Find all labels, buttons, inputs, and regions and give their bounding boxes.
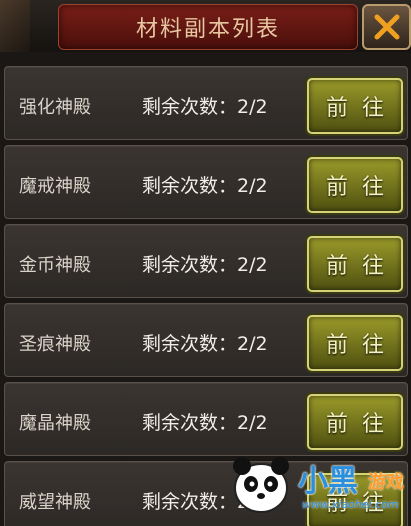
dungeon-name: 圣痕神殿 <box>19 334 91 355</box>
list-item: 强化神殿 剩余次数：2/2 前往 <box>4 66 408 140</box>
go-button-label: 前往 <box>325 254 398 279</box>
watermark-url: www.xiaohei.com <box>302 498 399 511</box>
watermark: 小黑 游戏 www.xiaohei.com <box>228 446 408 518</box>
page-title: 材料副本列表 <box>135 17 280 42</box>
go-button-label: 前往 <box>325 96 398 121</box>
go-button-label: 前往 <box>325 412 398 437</box>
title-banner: 材料副本列表 <box>58 4 358 50</box>
go-button[interactable]: 前往 <box>307 236 403 292</box>
go-button[interactable]: 前往 <box>307 315 403 371</box>
dungeon-name: 金币神殿 <box>19 255 91 276</box>
corner-ornament <box>0 0 30 52</box>
dungeon-name: 强化神殿 <box>19 97 91 118</box>
remaining-count: 剩余次数：2/2 <box>142 254 268 276</box>
remaining-count: 剩余次数：2/2 <box>142 412 268 434</box>
remaining-count: 剩余次数：2/2 <box>142 175 268 197</box>
list-item: 魔晶神殿 剩余次数：2/2 前往 <box>4 382 408 456</box>
close-x-icon <box>374 14 399 40</box>
list-item: 圣痕神殿 剩余次数：2/2 前往 <box>4 303 408 377</box>
list-item: 魔戒神殿 剩余次数：2/2 前往 <box>4 145 408 219</box>
dungeon-name: 魔晶神殿 <box>19 413 91 434</box>
remaining-count: 剩余次数：2/2 <box>142 96 268 118</box>
list-item: 金币神殿 剩余次数：2/2 前往 <box>4 224 408 298</box>
watermark-brand: 小黑 <box>298 464 358 499</box>
go-button[interactable]: 前往 <box>307 394 403 450</box>
go-button[interactable]: 前往 <box>307 78 403 134</box>
close-button[interactable] <box>362 4 411 50</box>
go-button-label: 前往 <box>325 175 398 200</box>
watermark-game: 游戏 <box>368 472 404 493</box>
dungeon-name: 魔戒神殿 <box>19 176 91 197</box>
header-bar: 材料副本列表 <box>0 0 411 52</box>
go-button[interactable]: 前往 <box>307 157 403 213</box>
dungeon-name: 威望神殿 <box>19 492 91 513</box>
panda-mascot-icon <box>233 457 289 513</box>
remaining-count: 剩余次数：2/2 <box>142 333 268 355</box>
go-button-label: 前往 <box>325 333 398 358</box>
